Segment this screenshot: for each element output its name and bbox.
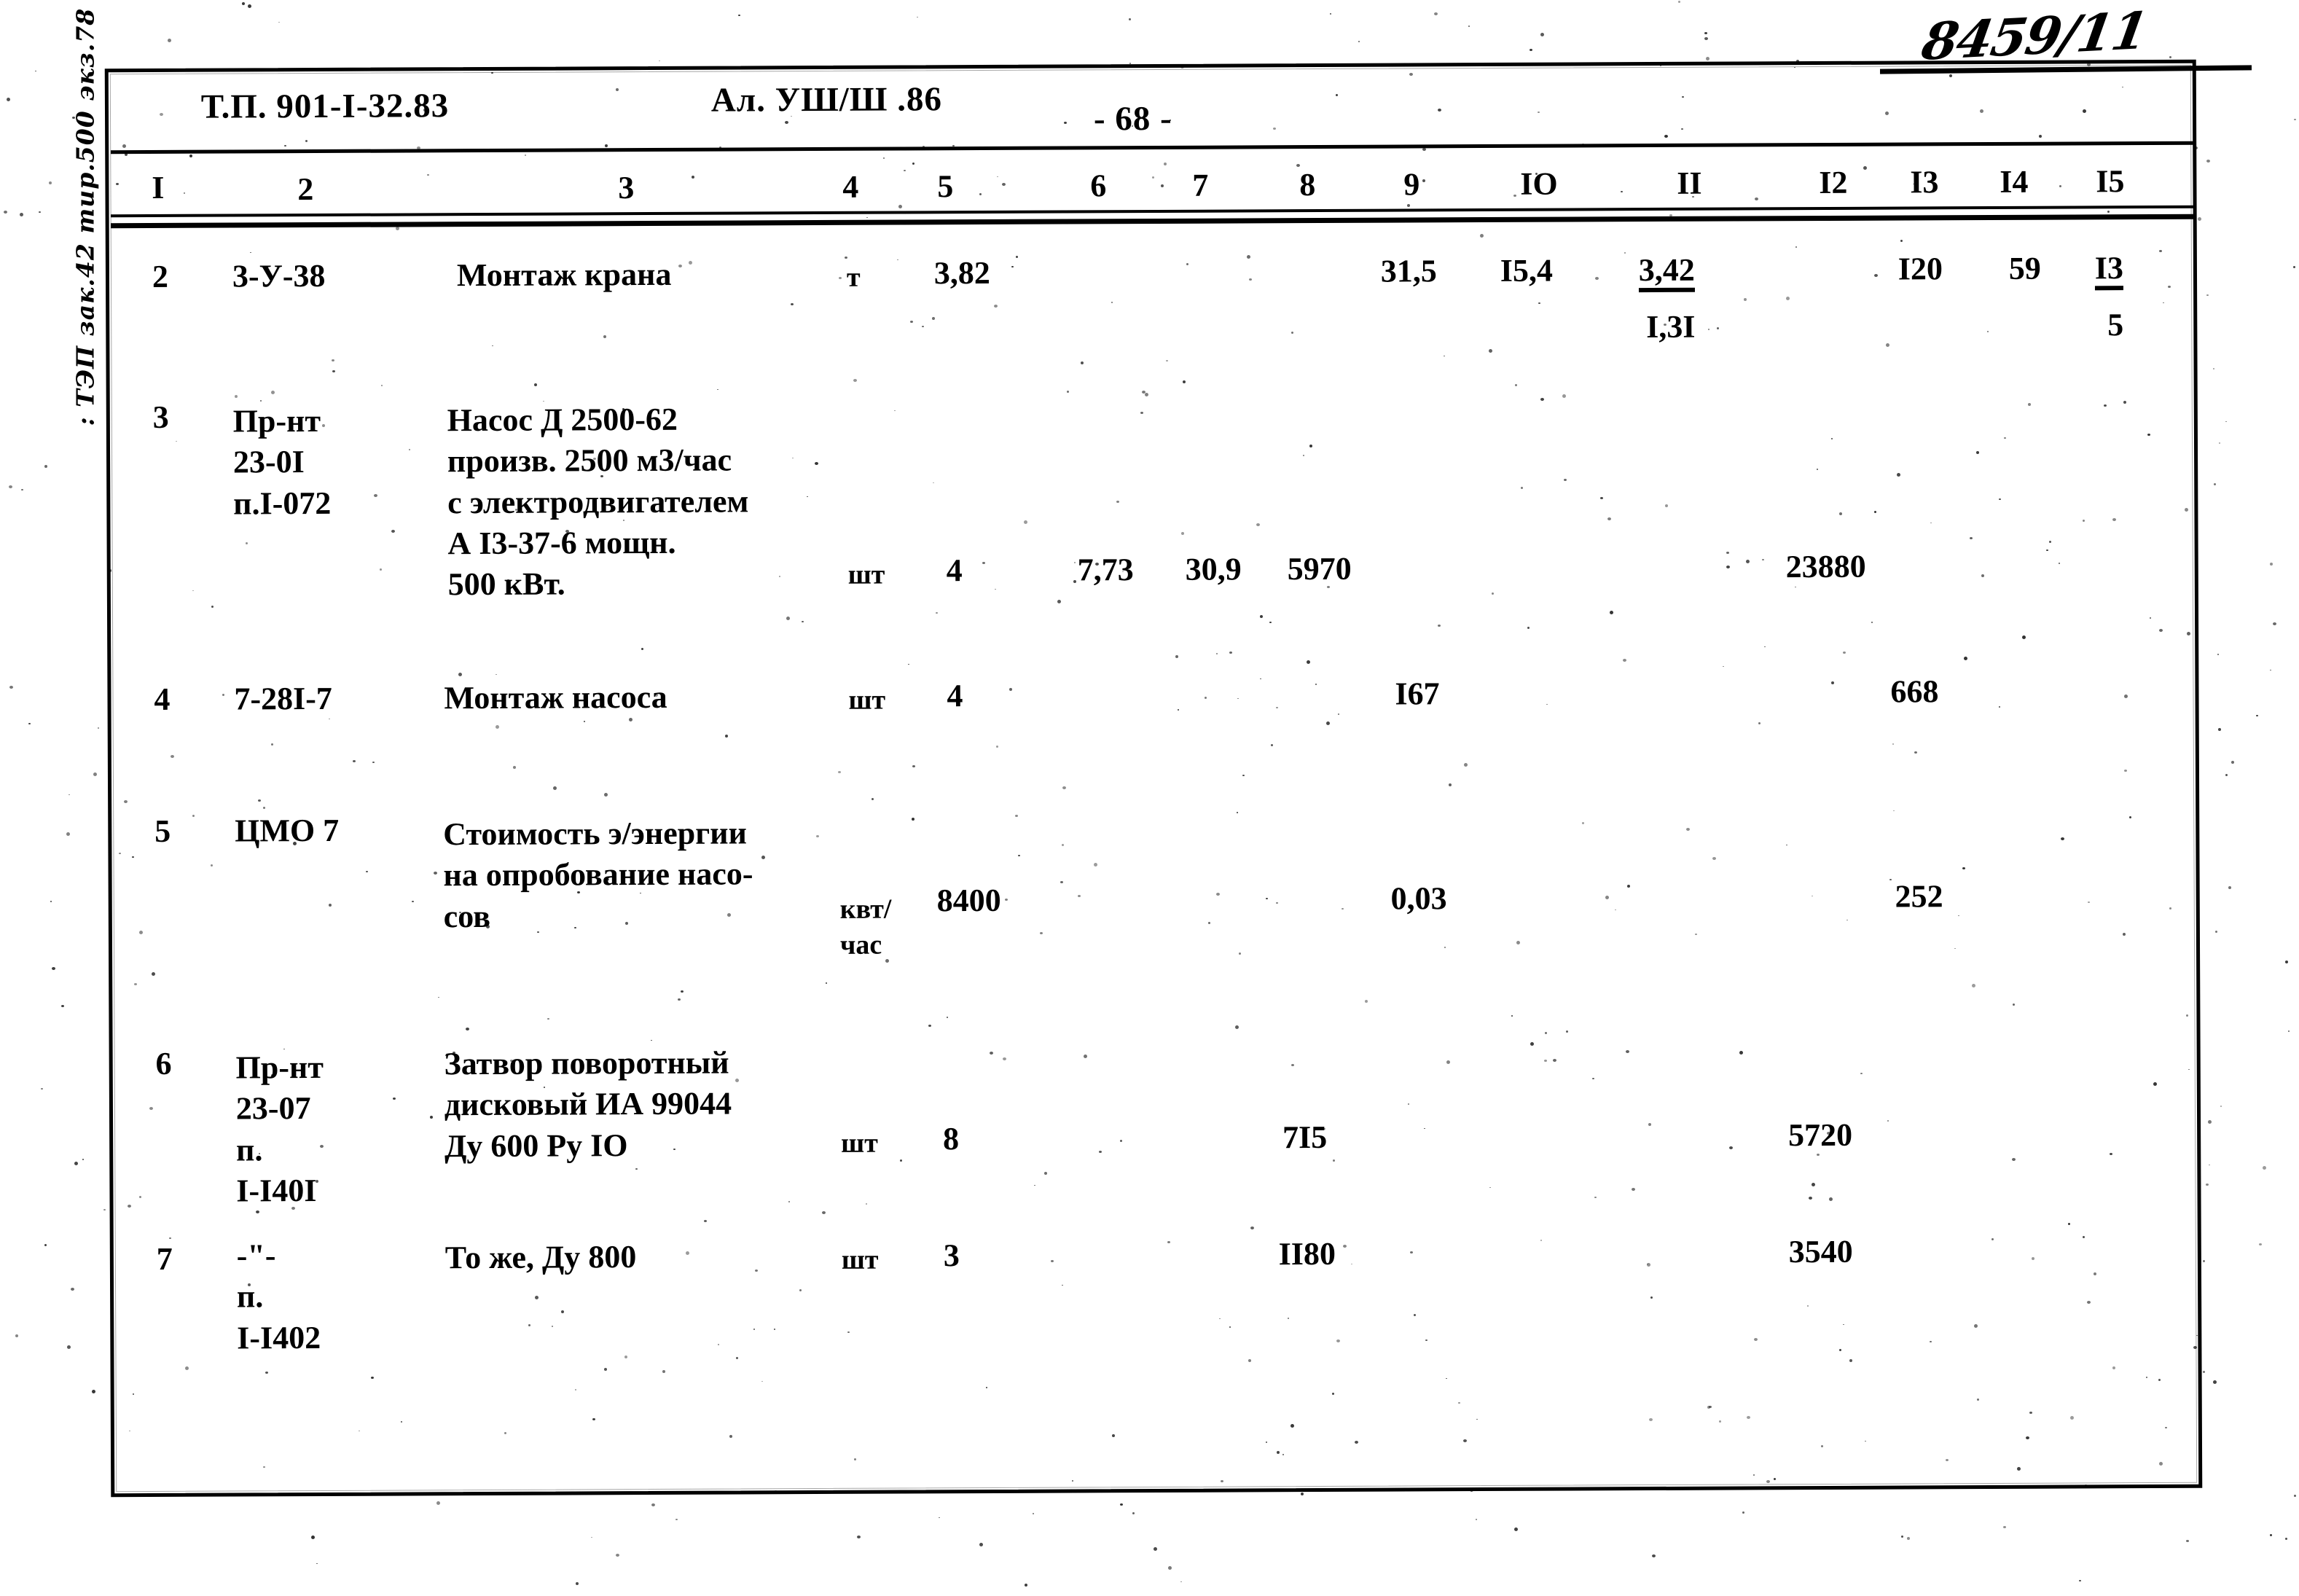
table-row: 23880 [1785, 548, 1866, 585]
table-row: 4 [154, 681, 171, 717]
table-row: ЦМО 7 [235, 812, 340, 849]
table-row: 7-28I-7 [234, 680, 332, 717]
table-row: Насос Д 2500-62 произв. 2500 м3/час с элек… [447, 401, 749, 603]
page-number: - 68 - [1093, 99, 1172, 138]
table-row: 31,5 [1380, 253, 1437, 289]
column-number-2: 2 [297, 171, 314, 208]
table-row: 0,03 [1390, 880, 1447, 917]
project-code: Т.П. 901-I-32.83 [200, 87, 450, 126]
column-number-7: 7 [1192, 167, 1209, 203]
table-row: Пр-нт 23-07 п. I-I40I [235, 1049, 324, 1209]
table-row: То же, Ду 800 [444, 1239, 637, 1276]
left-margin-handwritten-note: : ТЭП зак.42 тир.500 экз.78 (43 ф.) [71, 0, 100, 426]
table-row: шт [848, 684, 886, 716]
table-row: 668 [1890, 673, 1939, 710]
table-row: I67 [1395, 676, 1440, 712]
table-row: I3 [2095, 250, 2124, 291]
table-row: шт [841, 1244, 879, 1275]
table-row: Пр-нт 23-0I п.I-072 [232, 402, 332, 522]
handwritten-archive-code: 8459/11 [1917, 0, 2151, 72]
column-number-8: 8 [1299, 166, 1316, 203]
table-row: 30,9 [1185, 551, 1242, 587]
table-row: 4 [947, 678, 963, 714]
column-number-15: I5 [2096, 163, 2125, 200]
table-row: 4 [946, 552, 963, 589]
table-row: 7 [156, 1240, 173, 1277]
table-row: 5720 [1787, 1116, 1853, 1154]
table-row: 7I5 [1282, 1119, 1328, 1156]
table-row: Монтаж крана [456, 256, 672, 294]
table-row: 8 [942, 1121, 960, 1157]
table-row: шт [840, 1127, 878, 1159]
table-row: шт [847, 559, 885, 590]
table-row: 3 [943, 1237, 960, 1274]
table-row: 5 [154, 813, 171, 849]
table-row: I,3I [1646, 308, 1696, 345]
table-row: I5,4 [1500, 252, 1554, 289]
column-number-13: I3 [1910, 164, 1939, 200]
table-row: 5970 [1287, 550, 1352, 587]
table-row: 7,73 [1077, 552, 1134, 588]
table-row: I20 [1897, 251, 1943, 287]
column-number-6: 6 [1090, 168, 1107, 204]
page-content: Т.П. 901-I-32.83 Ал. УШ/Ш .86 - 68 - I 2… [0, 0, 2299, 1596]
column-number-10: IO [1520, 165, 1558, 202]
table-row: -"- п. I-I402 [236, 1237, 321, 1356]
table-row: II80 [1278, 1235, 1336, 1272]
album-number: Ал. УШ/Ш .86 [710, 80, 943, 120]
table-row: Затвор поворотный дисковый ИА 99044 Ду 600… [444, 1044, 732, 1164]
column-number-9: 9 [1403, 166, 1420, 203]
table-row: 6 [155, 1045, 172, 1081]
table-row: 3-У-38 [232, 257, 326, 294]
column-number-3: 3 [618, 170, 635, 206]
table-row: 3,42 [1639, 252, 1695, 293]
column-number-12: I2 [1819, 164, 1848, 200]
table-row: 3,82 [933, 254, 990, 292]
column-number-11: II [1677, 165, 1702, 201]
table-row: 59 [2008, 250, 2041, 286]
table-row: т [846, 262, 861, 293]
table-row: Стоимость э/энергии на опробование насо-с… [443, 815, 753, 934]
table-row: 252 [1895, 878, 1943, 915]
column-number-14: I4 [2000, 163, 2029, 200]
column-number-1: I [152, 169, 165, 206]
table-row: 3 [152, 399, 169, 435]
table-row: 2 [152, 258, 168, 294]
table-row: Монтаж насоса [444, 678, 667, 716]
table-row: 3540 [1788, 1233, 1853, 1270]
column-number-4: 4 [842, 168, 859, 205]
table-row: 5 [2107, 307, 2124, 343]
table-row: 8400 [936, 882, 1001, 919]
column-number-5: 5 [937, 168, 954, 205]
table-row: квт/час [839, 893, 892, 961]
